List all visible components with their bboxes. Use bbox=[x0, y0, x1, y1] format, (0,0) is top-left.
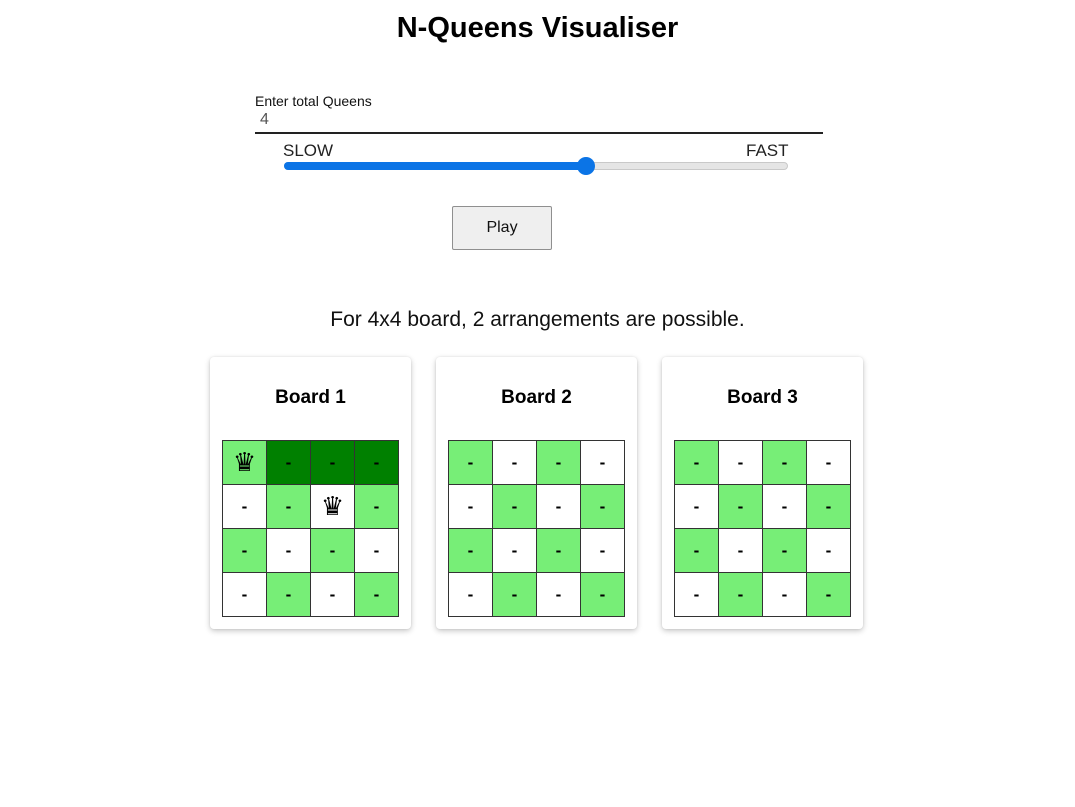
board-card-2: Board 2 ---------------- bbox=[436, 357, 637, 629]
slider-thumb[interactable] bbox=[577, 157, 596, 175]
board-cell: - bbox=[311, 529, 355, 573]
board-cell: - bbox=[675, 573, 719, 617]
board-grid: ---------------- bbox=[448, 440, 625, 617]
board-cell: - bbox=[355, 529, 399, 573]
board-cell: - bbox=[807, 485, 851, 529]
board-cell: - bbox=[763, 529, 807, 573]
board-cell: - bbox=[311, 573, 355, 617]
board-cell: - bbox=[719, 529, 763, 573]
board-cell: - bbox=[807, 573, 851, 617]
board-cell: - bbox=[763, 441, 807, 485]
board-title: Board 3 bbox=[727, 387, 798, 408]
board-cell: - bbox=[267, 573, 311, 617]
board-cell: - bbox=[719, 485, 763, 529]
board-cell: - bbox=[675, 441, 719, 485]
board-cell: - bbox=[581, 529, 625, 573]
board-cell: - bbox=[449, 573, 493, 617]
queen-icon: ♛ bbox=[223, 441, 267, 485]
board-cell: - bbox=[223, 573, 267, 617]
board-cell: - bbox=[719, 441, 763, 485]
page-title: N-Queens Visualiser bbox=[396, 12, 679, 44]
board-cell: - bbox=[581, 441, 625, 485]
board-cell: - bbox=[355, 573, 399, 617]
board-cell: - bbox=[581, 485, 625, 529]
board-cell: - bbox=[223, 529, 267, 573]
board-card-3: Board 3 ---------------- bbox=[662, 357, 863, 629]
board-cell: - bbox=[807, 529, 851, 573]
board-cell: - bbox=[493, 441, 537, 485]
board-cell: - bbox=[493, 485, 537, 529]
board-cell: - bbox=[449, 441, 493, 485]
board-cell: - bbox=[267, 529, 311, 573]
board-cell: - bbox=[493, 573, 537, 617]
board-cell: - bbox=[763, 485, 807, 529]
board-cell: - bbox=[223, 485, 267, 529]
board-grid: ---------------- bbox=[674, 440, 851, 617]
result-message: For 4x4 board, 2 arrangements are possib… bbox=[330, 308, 745, 331]
board-cell: - bbox=[807, 441, 851, 485]
board-cell: - bbox=[449, 529, 493, 573]
board-grid: ♛ - - - - - ♛ - - - - - - - - - bbox=[222, 440, 399, 617]
board-cell: - bbox=[537, 529, 581, 573]
board-card-1: Board 1 ♛ - - - - - ♛ - - - - - - - - - bbox=[210, 357, 411, 629]
speed-slider[interactable] bbox=[284, 157, 788, 175]
board-cell: - bbox=[449, 485, 493, 529]
board-cell: - bbox=[537, 441, 581, 485]
board-cell: - bbox=[493, 529, 537, 573]
board-cell: - bbox=[537, 485, 581, 529]
board-title: Board 1 bbox=[275, 387, 346, 408]
board-cell: - bbox=[355, 441, 399, 485]
board-cell: - bbox=[581, 573, 625, 617]
queen-icon: ♛ bbox=[311, 485, 355, 529]
play-button[interactable]: Play bbox=[452, 206, 552, 250]
board-cell: - bbox=[267, 485, 311, 529]
page: N-Queens Visualiser Enter total Queens S… bbox=[0, 0, 1075, 807]
board-cell: - bbox=[311, 441, 355, 485]
slider-fill bbox=[284, 162, 587, 170]
board-title: Board 2 bbox=[501, 387, 572, 408]
board-cell: - bbox=[719, 573, 763, 617]
board-cell: - bbox=[675, 529, 719, 573]
board-cell: - bbox=[675, 485, 719, 529]
board-cell: - bbox=[537, 573, 581, 617]
board-cell: - bbox=[355, 485, 399, 529]
queens-input-label: Enter total Queens bbox=[255, 93, 372, 109]
queens-input[interactable] bbox=[255, 108, 823, 134]
board-cell: - bbox=[267, 441, 311, 485]
board-cell: - bbox=[763, 573, 807, 617]
